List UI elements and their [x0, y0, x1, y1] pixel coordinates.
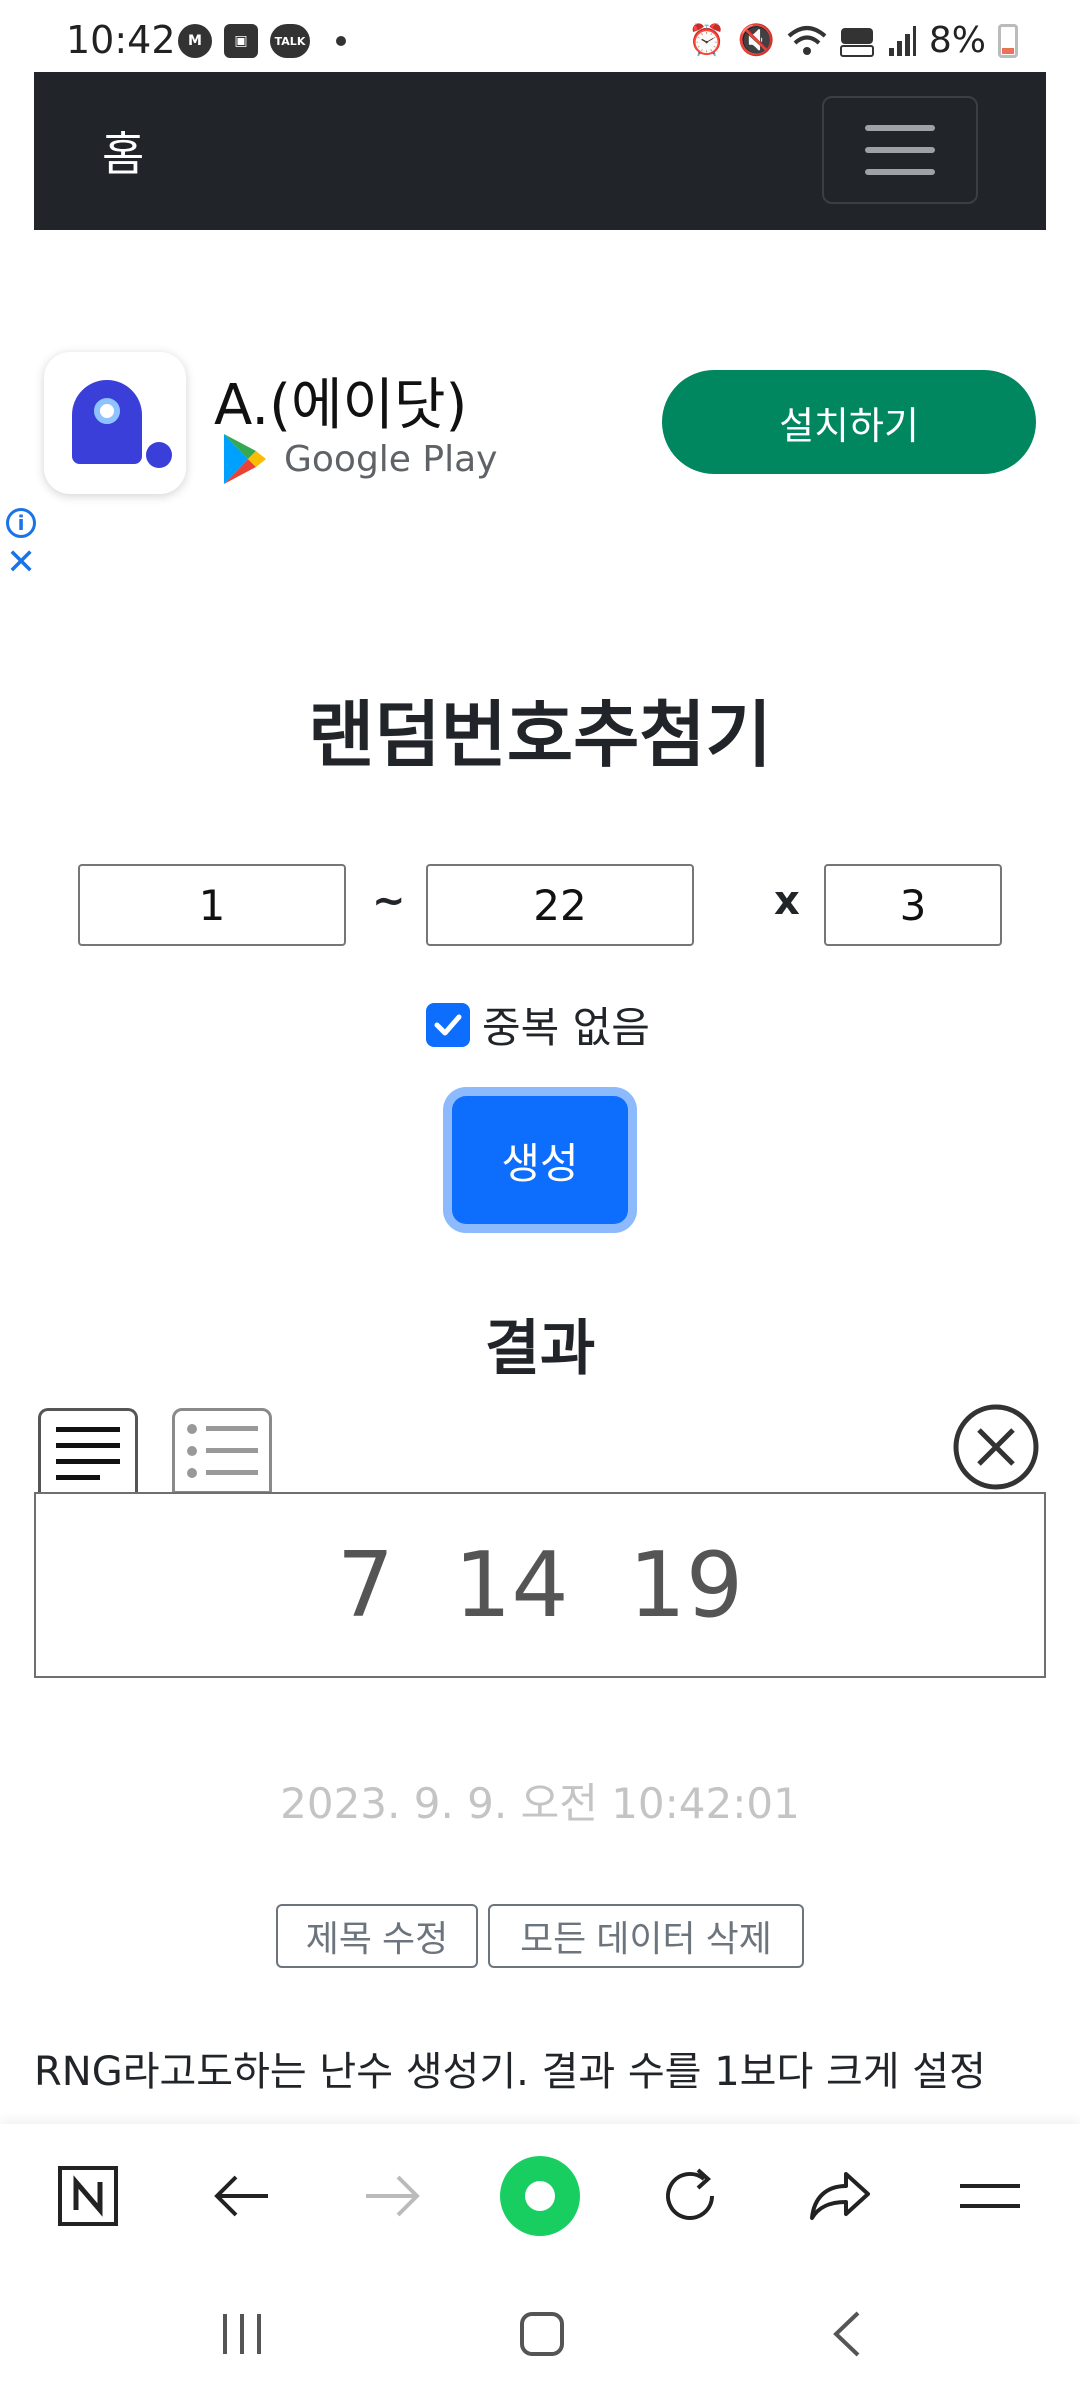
notification-icons: M ▣ TALK [178, 24, 346, 58]
count-input[interactable] [824, 864, 1002, 946]
hamburger-icon-line [865, 125, 935, 131]
range-max-input[interactable] [426, 864, 694, 946]
result-number: 14 [454, 1532, 569, 1638]
app-icon-eye [94, 398, 120, 424]
google-play-icon [224, 434, 266, 484]
mute-icon: 🔇 [737, 23, 775, 58]
signal-icon [888, 25, 916, 56]
app-icon-dot [146, 442, 172, 468]
no-duplicate-label[interactable]: 중복 없음 [482, 994, 650, 1055]
browser-toolbar [0, 2124, 1080, 2268]
menu-icon[interactable] [930, 2124, 1050, 2268]
ad-store: Google Play [220, 432, 497, 486]
messenger-icon: M [178, 24, 212, 58]
system-navigation-bar [0, 2268, 1080, 2400]
app-icon[interactable] [44, 352, 186, 494]
kakaotalk-icon: TALK [270, 24, 310, 58]
nav-toggle-button[interactable] [822, 96, 978, 204]
battery-icon [998, 23, 1018, 58]
hd-voice-icon [839, 27, 874, 57]
result-number: 7 [336, 1532, 395, 1638]
green-dot-icon[interactable] [480, 2124, 600, 2268]
wifi-icon [787, 25, 827, 55]
count-separator: x [774, 878, 800, 924]
back-icon[interactable] [786, 2268, 906, 2400]
system-status-icons: ⏰ 🔇 8% [688, 20, 1018, 61]
edit-title-button[interactable]: 제목 수정 [276, 1904, 478, 1968]
list-view-button[interactable] [172, 1408, 272, 1494]
ad-store-label: Google Play [284, 438, 498, 480]
home-icon[interactable] [482, 2268, 602, 2400]
forward-arrow-icon[interactable] [332, 2124, 452, 2268]
hamburger-icon-line [865, 147, 935, 153]
reload-icon[interactable] [630, 2124, 750, 2268]
navbar: 홈 [34, 72, 1046, 230]
page-title: 랜덤번호추첨기 [308, 693, 772, 777]
result-box[interactable]: 7 14 19 [34, 1492, 1046, 1678]
share-icon[interactable] [780, 2124, 900, 2268]
ad-info-icon[interactable]: i [6, 508, 36, 538]
ad-banner[interactable]: A.(에이닷) Google Play 설치하기 i ✕ [0, 340, 1080, 600]
ad-close-icon[interactable]: ✕ [6, 545, 36, 581]
no-duplicate-checkbox[interactable] [426, 1002, 470, 1047]
range-min-input[interactable] [78, 864, 346, 946]
notification-dot-icon [336, 36, 346, 46]
result-heading: 결과 [484, 1314, 596, 1384]
alarm-icon: ⏰ [688, 23, 726, 58]
status-bar: 10:42 M ▣ TALK ⏰ 🔇 8% [0, 0, 1080, 72]
text-view-button[interactable] [38, 1408, 138, 1494]
ad-install-button[interactable]: 설치하기 [662, 370, 1036, 474]
delete-all-button[interactable]: 모든 데이터 삭제 [488, 1904, 804, 1968]
list-icon [187, 1424, 258, 1478]
recent-apps-icon[interactable] [182, 2268, 302, 2400]
checkmark-icon [434, 1014, 462, 1035]
align-left-icon [56, 1426, 120, 1480]
gallery-icon: ▣ [224, 24, 258, 58]
generate-button[interactable]: 생성 [452, 1096, 628, 1224]
status-time: 10:42 [66, 18, 176, 62]
result-number: 19 [628, 1532, 744, 1638]
hamburger-icon-line [865, 169, 935, 175]
naver-home-icon[interactable] [28, 2124, 148, 2268]
range-separator: ~ [372, 878, 406, 924]
back-arrow-icon[interactable] [182, 2124, 302, 2268]
ad-app-name[interactable]: A.(에이닷) [214, 360, 467, 441]
result-timestamp: 2023. 9. 9. 오전 10:42:01 [280, 1779, 800, 1828]
nav-brand-home[interactable]: 홈 [102, 118, 144, 184]
no-duplicate-option[interactable]: 중복 없음 [426, 994, 650, 1055]
battery-level: 8% [928, 20, 986, 61]
description-text: RNG라고도하는 난수 생성기. 결과 수를 1보다 크게 설정 [34, 2049, 986, 2095]
